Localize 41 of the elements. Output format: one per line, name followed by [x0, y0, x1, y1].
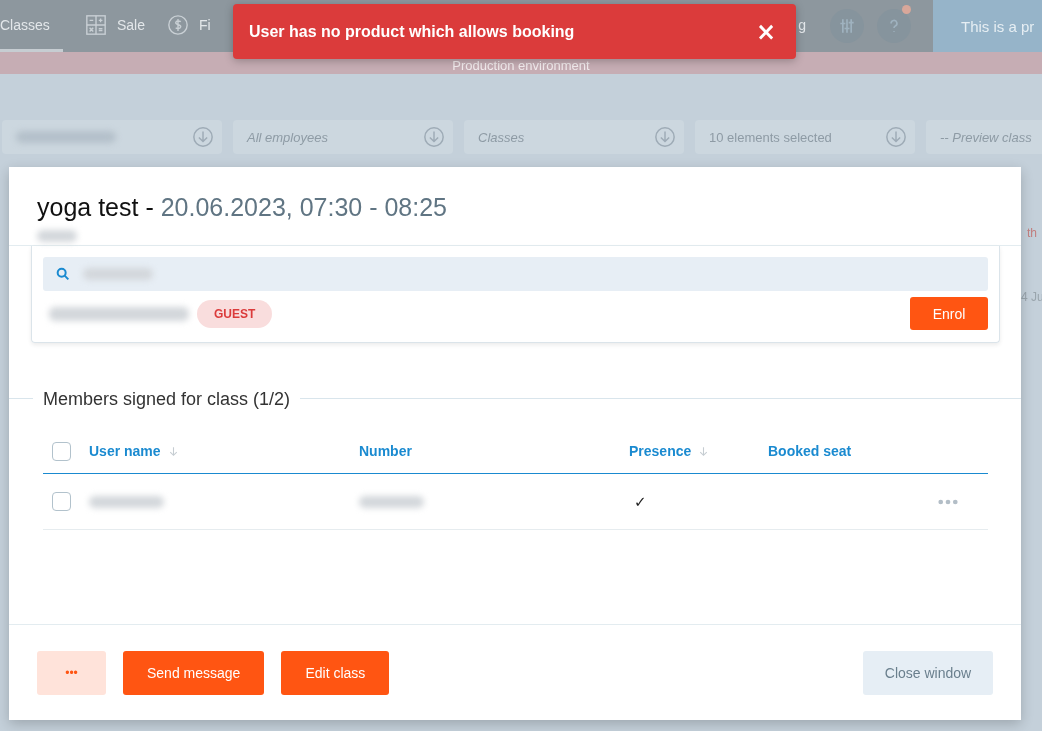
- column-header[interactable]: Presence: [629, 443, 711, 459]
- sliders-icon: [837, 16, 857, 36]
- dollar-icon: [167, 13, 190, 36]
- guest-badge: GUEST: [197, 299, 273, 328]
- arrow-down-circle-icon: [423, 126, 445, 148]
- toast-message: User has no product which allows booking: [249, 22, 576, 41]
- blurred-text: [359, 495, 424, 508]
- more-button[interactable]: •••: [37, 650, 106, 695]
- enrol-button[interactable]: Enrol: [910, 297, 988, 330]
- footer-button[interactable]: Close window: [863, 650, 993, 695]
- background-text: th: [1027, 226, 1037, 240]
- nav-tab[interactable]: Fi: [167, 0, 233, 52]
- filter-dropdown[interactable]: Classes: [464, 120, 684, 154]
- class-title: yoga test -: [37, 193, 155, 221]
- filter-dropdown[interactable]: All employees: [233, 120, 453, 154]
- footer-button[interactable]: Edit class: [281, 650, 390, 695]
- row-checkbox[interactable]: [52, 492, 71, 511]
- nav-tab[interactable]: Sale: [63, 0, 168, 52]
- environment-banner: This is a pr: [933, 0, 1042, 52]
- blurred-text: [37, 230, 77, 242]
- nav-tab[interactable]: g: [798, 0, 806, 52]
- filter-dropdown[interactable]: 10 elements selected: [695, 120, 915, 154]
- filter-dropdown[interactable]: -- Preview class: [926, 120, 1042, 154]
- column-header[interactable]: Number: [359, 443, 412, 459]
- select-all-checkbox[interactable]: [52, 441, 71, 461]
- search-icon: [55, 266, 71, 282]
- footer-button[interactable]: Send message: [123, 650, 265, 695]
- settings-button[interactable]: [830, 9, 864, 43]
- presence-check: ✓: [634, 492, 647, 511]
- column-header[interactable]: Booked seat: [768, 443, 852, 459]
- arrow-down-circle-icon: [885, 126, 907, 148]
- more-icon: [938, 498, 958, 505]
- calculator-icon: [85, 13, 107, 36]
- close-button[interactable]: ×: [751, 17, 780, 46]
- notification-dot: [902, 5, 911, 14]
- class-datetime: 20.06.2023, 07:30 - 08:25: [160, 193, 448, 221]
- search-field[interactable]: [43, 257, 988, 291]
- arrow-down-circle-icon: [192, 126, 214, 148]
- filter-dropdown[interactable]: [2, 120, 222, 154]
- arrow-down-circle-icon: [654, 126, 676, 148]
- column-header[interactable]: User name: [89, 443, 180, 459]
